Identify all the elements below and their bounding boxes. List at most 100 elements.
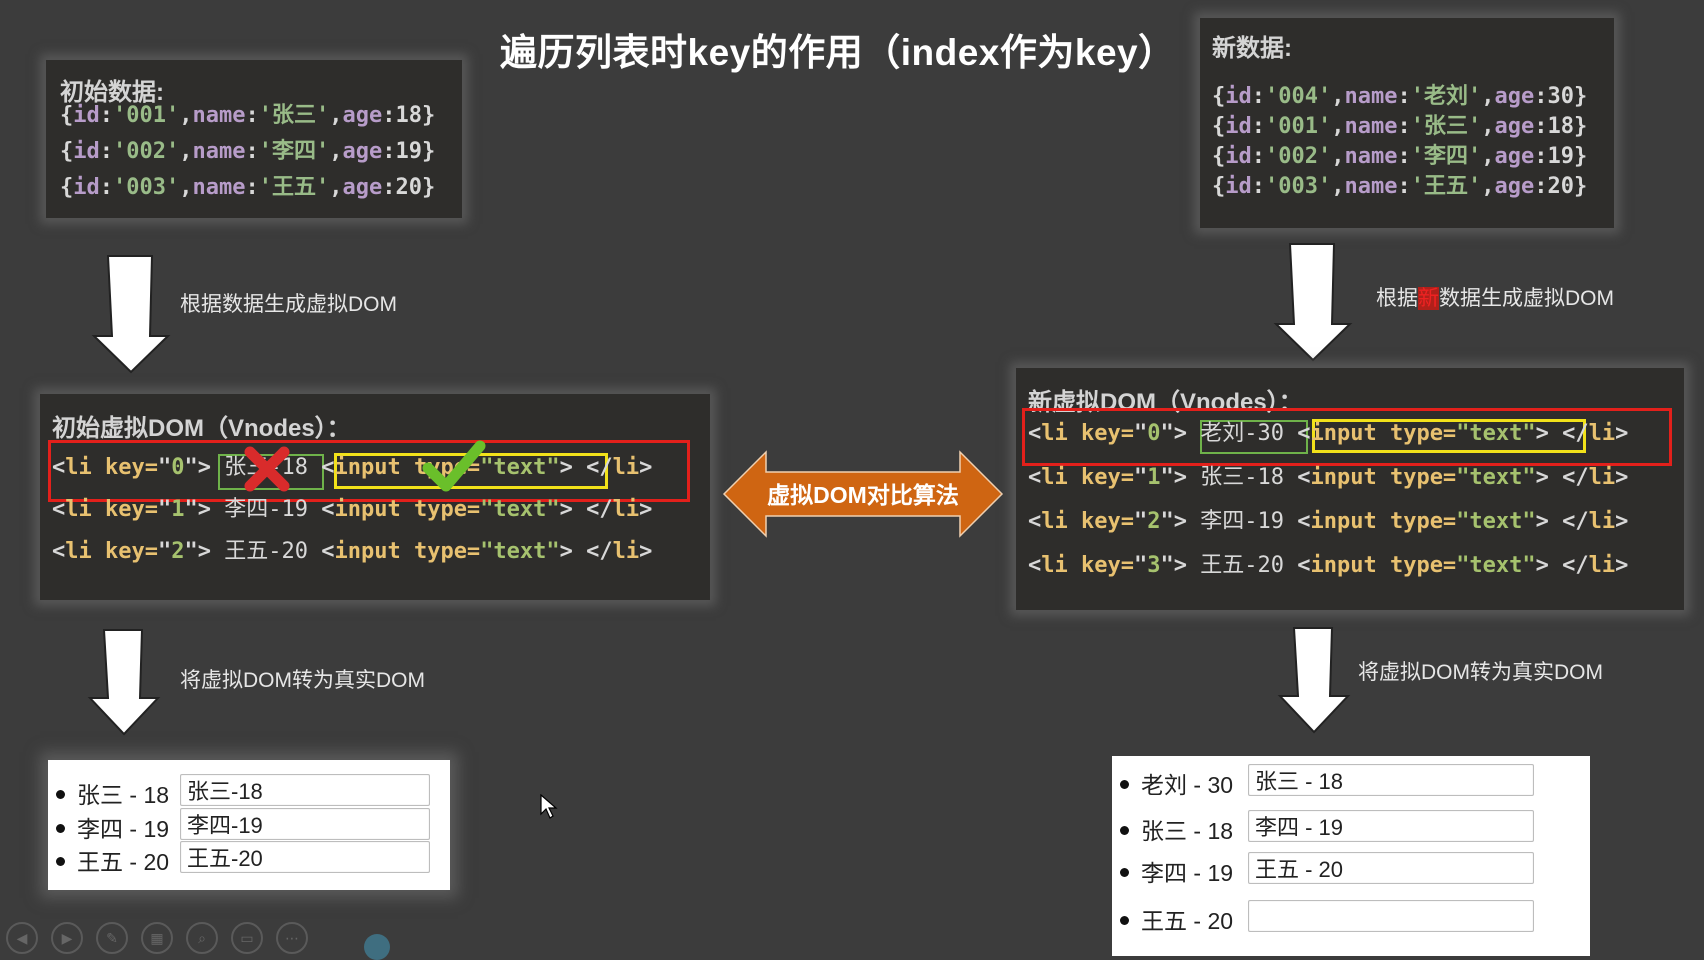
brace: { bbox=[1212, 144, 1226, 169]
key-age: age bbox=[342, 103, 383, 128]
pen-icon[interactable]: ✎ bbox=[96, 922, 128, 954]
tag-bracket: > bbox=[197, 539, 225, 564]
tag-bracket: > bbox=[1173, 421, 1201, 446]
next-icon[interactable]: ▶ bbox=[51, 922, 83, 954]
caption-pre: 根据 bbox=[1376, 287, 1418, 310]
text-input[interactable] bbox=[180, 808, 430, 840]
tag-li: li bbox=[612, 497, 640, 522]
list-item: 李四 - 19 bbox=[56, 810, 169, 844]
list-item: 王五 - 20 bbox=[56, 843, 169, 877]
caption-generate-vdom: 根据数据生成虚拟DOM bbox=[180, 293, 397, 316]
list-item-label: 老刘 - 30 bbox=[1141, 772, 1234, 798]
value-age: 20 bbox=[1547, 174, 1574, 199]
tag-bracket: > bbox=[559, 539, 587, 564]
tag-bracket: < bbox=[1028, 509, 1042, 534]
colon: : bbox=[1534, 114, 1548, 139]
comma: , bbox=[179, 139, 193, 164]
bullet-icon bbox=[1120, 826, 1129, 836]
data-row: {id:'001',name:'张三',age:18} bbox=[1212, 112, 1587, 142]
bullet-icon bbox=[1120, 780, 1129, 790]
tag-bracket: > bbox=[639, 455, 653, 480]
mouse-cursor-icon bbox=[540, 794, 558, 819]
brace: } bbox=[421, 175, 436, 200]
text-input[interactable] bbox=[180, 841, 430, 873]
bullet-icon bbox=[1120, 868, 1129, 878]
tag-li: li bbox=[1041, 509, 1081, 534]
down-arrow-icon bbox=[87, 629, 161, 736]
tag-bracket: > bbox=[1173, 553, 1201, 578]
colon: : bbox=[245, 175, 259, 200]
key-id: id bbox=[1225, 144, 1252, 169]
text-input[interactable] bbox=[1248, 900, 1534, 932]
vnode-row: <li key="1"> 张三-18 <input type="text"> <… bbox=[1028, 460, 1628, 496]
quote: " bbox=[1160, 553, 1174, 578]
text-input[interactable] bbox=[1248, 810, 1534, 842]
caption-highlight-new: 新 bbox=[1418, 287, 1439, 310]
attr-type: type= bbox=[1389, 465, 1457, 490]
brace: { bbox=[60, 103, 74, 128]
tag-li: li bbox=[1588, 553, 1616, 578]
more-icon[interactable]: ⋯ bbox=[276, 922, 308, 954]
tag-bracket: < bbox=[1297, 465, 1311, 490]
caption-post: 数据生成虚拟DOM bbox=[1439, 287, 1614, 310]
tag-bracket: > bbox=[639, 539, 653, 564]
colon: : bbox=[1397, 174, 1411, 199]
text-input[interactable] bbox=[1248, 852, 1534, 884]
tag-bracket: </ bbox=[586, 455, 613, 480]
key-name: name bbox=[1344, 174, 1398, 199]
tag-bracket: > bbox=[559, 497, 587, 522]
key-name: name bbox=[192, 103, 246, 128]
attr-key: key= bbox=[1081, 553, 1134, 578]
brace: } bbox=[1573, 174, 1588, 199]
colon: : bbox=[1534, 84, 1548, 109]
prev-icon[interactable]: ◀ bbox=[6, 922, 38, 954]
key-name: name bbox=[192, 139, 246, 164]
key-id: id bbox=[73, 175, 100, 200]
value-name: '张三' bbox=[258, 103, 330, 128]
attr-type: type= bbox=[1389, 509, 1457, 534]
tag-bracket: > bbox=[1173, 465, 1201, 490]
tag-input: input bbox=[1310, 465, 1390, 490]
zoom-icon[interactable]: ⌕ bbox=[186, 922, 218, 954]
vnode-row: <li key="2"> 李四-19 <input type="text"> <… bbox=[1028, 504, 1628, 540]
tag-bracket: < bbox=[1028, 553, 1042, 578]
tag-input: input bbox=[1310, 421, 1390, 446]
list-item: 张三 - 18 bbox=[56, 776, 169, 810]
key-value: 1 bbox=[1147, 465, 1161, 490]
list-item: 张三 - 18 bbox=[1120, 812, 1233, 846]
text-input[interactable] bbox=[180, 774, 430, 806]
caption-generate-new-vdom: 根据新数据生成虚拟DOM bbox=[1376, 282, 1614, 312]
colon: : bbox=[382, 175, 396, 200]
value-id: '004' bbox=[1265, 84, 1332, 109]
value-age: 19 bbox=[1547, 144, 1574, 169]
tag-bracket: > bbox=[1615, 553, 1629, 578]
brace: } bbox=[421, 139, 436, 164]
tag-li: li bbox=[1588, 509, 1616, 534]
diff-algorithm-label: 虚拟DOM对比算法 bbox=[767, 482, 959, 508]
key-age: age bbox=[1494, 144, 1535, 169]
text-input[interactable] bbox=[1248, 764, 1534, 796]
tag-bracket: </ bbox=[1562, 421, 1589, 446]
tag-bracket: < bbox=[52, 497, 66, 522]
tag-bracket: > bbox=[559, 455, 587, 480]
tag-li: li bbox=[612, 539, 640, 564]
list-item-label: 李四 - 19 bbox=[1141, 860, 1234, 886]
screen-icon[interactable]: ▭ bbox=[231, 922, 263, 954]
colon: : bbox=[1251, 114, 1265, 139]
initial-data-panel: 初始数据: {id:'001',name:'张三',age:18} {id:'00… bbox=[46, 60, 462, 218]
value-name: '老刘' bbox=[1410, 84, 1482, 109]
vnode-row: <li key="2"> 王五-20 <input type="text"> <… bbox=[52, 534, 652, 570]
data-row: {id:'002',name:'李四',age:19} bbox=[60, 134, 435, 170]
tag-bracket: </ bbox=[586, 497, 613, 522]
slides-icon[interactable]: ▦ bbox=[141, 922, 173, 954]
attr-key: key= bbox=[1081, 509, 1134, 534]
brace: { bbox=[60, 175, 74, 200]
value-id: '001' bbox=[1265, 114, 1332, 139]
tag-li: li bbox=[65, 539, 105, 564]
vnode-text: 王五-20 bbox=[1200, 553, 1298, 578]
tag-bracket: </ bbox=[1562, 553, 1589, 578]
colon: : bbox=[1397, 114, 1411, 139]
tag-bracket: > bbox=[1615, 509, 1629, 534]
brace: } bbox=[1573, 144, 1588, 169]
list-item-label: 王五 - 20 bbox=[1141, 908, 1234, 934]
